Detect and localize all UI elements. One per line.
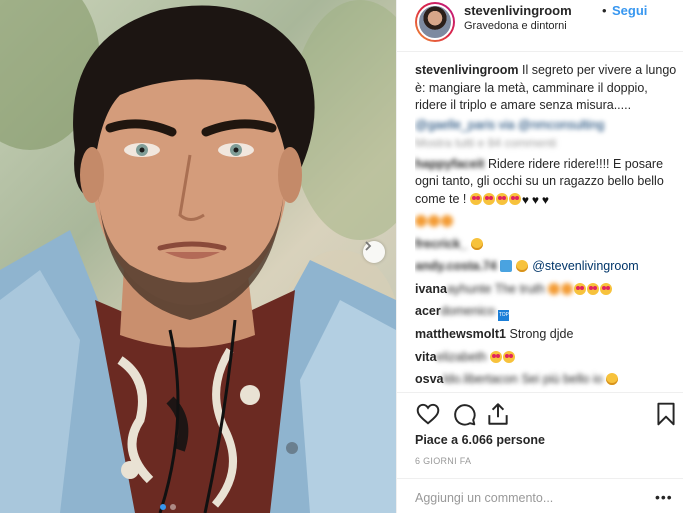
black-heart-emoji: ♥ <box>541 192 550 207</box>
face-with-hearts-emoji <box>482 192 495 205</box>
carousel-dot <box>170 504 176 510</box>
header-username[interactable]: stevenlivingroom <box>464 3 572 18</box>
carousel-dot-active <box>160 504 166 510</box>
heart-eyes-emoji <box>587 282 600 295</box>
heart-eyes-emoji <box>600 282 613 295</box>
heart-icon[interactable] <box>415 401 441 427</box>
comment-text: Strong djde <box>509 327 574 341</box>
face-emoji <box>548 282 561 295</box>
black-heart-emoji: ♥ <box>521 192 530 207</box>
clapping-hands-emoji <box>515 260 528 272</box>
separator-dot: • <box>602 3 607 18</box>
show-all-comments-button[interactable]: Mostra tutti e 84 commenti <box>415 135 677 153</box>
follow-button[interactable]: Segui <box>612 3 647 18</box>
share-icon[interactable] <box>485 401 511 427</box>
post-caption: stevenlivingroom Il segreto per vivere a… <box>415 62 677 115</box>
post-actions-bar <box>397 392 683 432</box>
comment-item: acerdomenico TOP <box>415 303 677 321</box>
add-comment-bar: Aggiungi un commento... ••• <box>397 478 683 513</box>
post-side-panel: stevenlivingroom • Segui Gravedona e din… <box>396 0 683 513</box>
face-with-hearts-emoji <box>508 192 521 205</box>
add-comment-input[interactable]: Aggiungi un commento... <box>415 491 553 505</box>
comment-text-blurred: elizabeth <box>436 349 487 364</box>
comment-username[interactable]: vita <box>415 350 437 364</box>
location-link[interactable]: Gravedona e dintorni <box>464 20 567 32</box>
caption-username[interactable]: stevenlivingroom <box>415 63 519 77</box>
comment-item: osvaldo.libertacon Sei più bello io <box>415 371 677 389</box>
carousel-indicator <box>160 504 176 510</box>
carousel-next-button[interactable] <box>363 241 385 263</box>
comment-text-blurred: ldo.libertacon <box>443 372 518 386</box>
top-icon: TOP <box>498 310 510 321</box>
post-timestamp: 6 GIORNI FA <box>415 456 472 466</box>
comment-item: vitaelizabeth <box>415 349 677 367</box>
comment-item: frecrick_ <box>415 236 677 254</box>
more-options-icon[interactable]: ••• <box>655 489 673 505</box>
post-photo[interactable] <box>0 0 396 513</box>
instagram-post-modal: stevenlivingroom • Segui Gravedona e din… <box>0 0 683 513</box>
face-emoji <box>441 215 453 227</box>
comment-username[interactable]: ivana <box>415 282 447 296</box>
face-emoji <box>415 215 427 227</box>
comment-item: ivanaayhunte The truth <box>415 281 677 299</box>
face-with-hearts-emoji <box>495 192 508 205</box>
face-emoji <box>428 215 440 227</box>
face-with-hearts-emoji <box>469 192 482 205</box>
comment-item <box>415 213 677 231</box>
comment-text: Sei più bello io <box>521 372 603 386</box>
comment-item: matthewsmolt1 Strong djde <box>415 326 677 344</box>
comment-text-blurred: ayhunte The truth <box>446 281 545 296</box>
likes-count[interactable]: Piace a 6.066 persone <box>415 433 545 447</box>
clapping-hands-emoji <box>470 237 483 250</box>
portrait-illustration <box>0 0 396 513</box>
face-emoji <box>561 282 574 295</box>
heart-eyes-emoji <box>503 350 516 363</box>
heart-eyes-emoji <box>490 350 503 363</box>
comment-icon[interactable] <box>451 401 477 427</box>
comment-item: happyfaceit Ridere ridere ridere!!!! E p… <box>415 156 677 209</box>
smirk-emoji <box>606 373 619 385</box>
comment-username[interactable]: frecrick_ <box>415 237 467 251</box>
caption-tags[interactable]: @gaelle_paris via @nmconsulting <box>415 117 677 135</box>
comment-username[interactable]: matthewsmolt1 <box>415 327 506 341</box>
chevron-right-icon <box>365 241 372 251</box>
comment-username[interactable]: acer <box>415 304 441 318</box>
comment-mention[interactable]: @stevenlivingroom <box>532 259 638 273</box>
post-header: stevenlivingroom • Segui Gravedona e din… <box>397 0 683 52</box>
comments-list[interactable]: stevenlivingroom Il segreto per vivere a… <box>415 62 677 392</box>
bookmark-icon[interactable] <box>653 401 679 427</box>
comment-username[interactable]: andy.costa.74 <box>415 259 497 273</box>
comment-text-blurred: domenico <box>440 304 495 318</box>
comment-username[interactable]: happyfaceit <box>415 157 484 171</box>
avatar[interactable] <box>415 2 455 42</box>
heart-eyes-emoji <box>574 282 587 295</box>
blue-square-emoji <box>500 260 513 272</box>
comment-item: andy.costa.74 @stevenlivingroom <box>415 258 677 276</box>
black-heart-emoji: ♥ <box>531 192 540 207</box>
comment-username[interactable]: osva <box>415 372 444 386</box>
